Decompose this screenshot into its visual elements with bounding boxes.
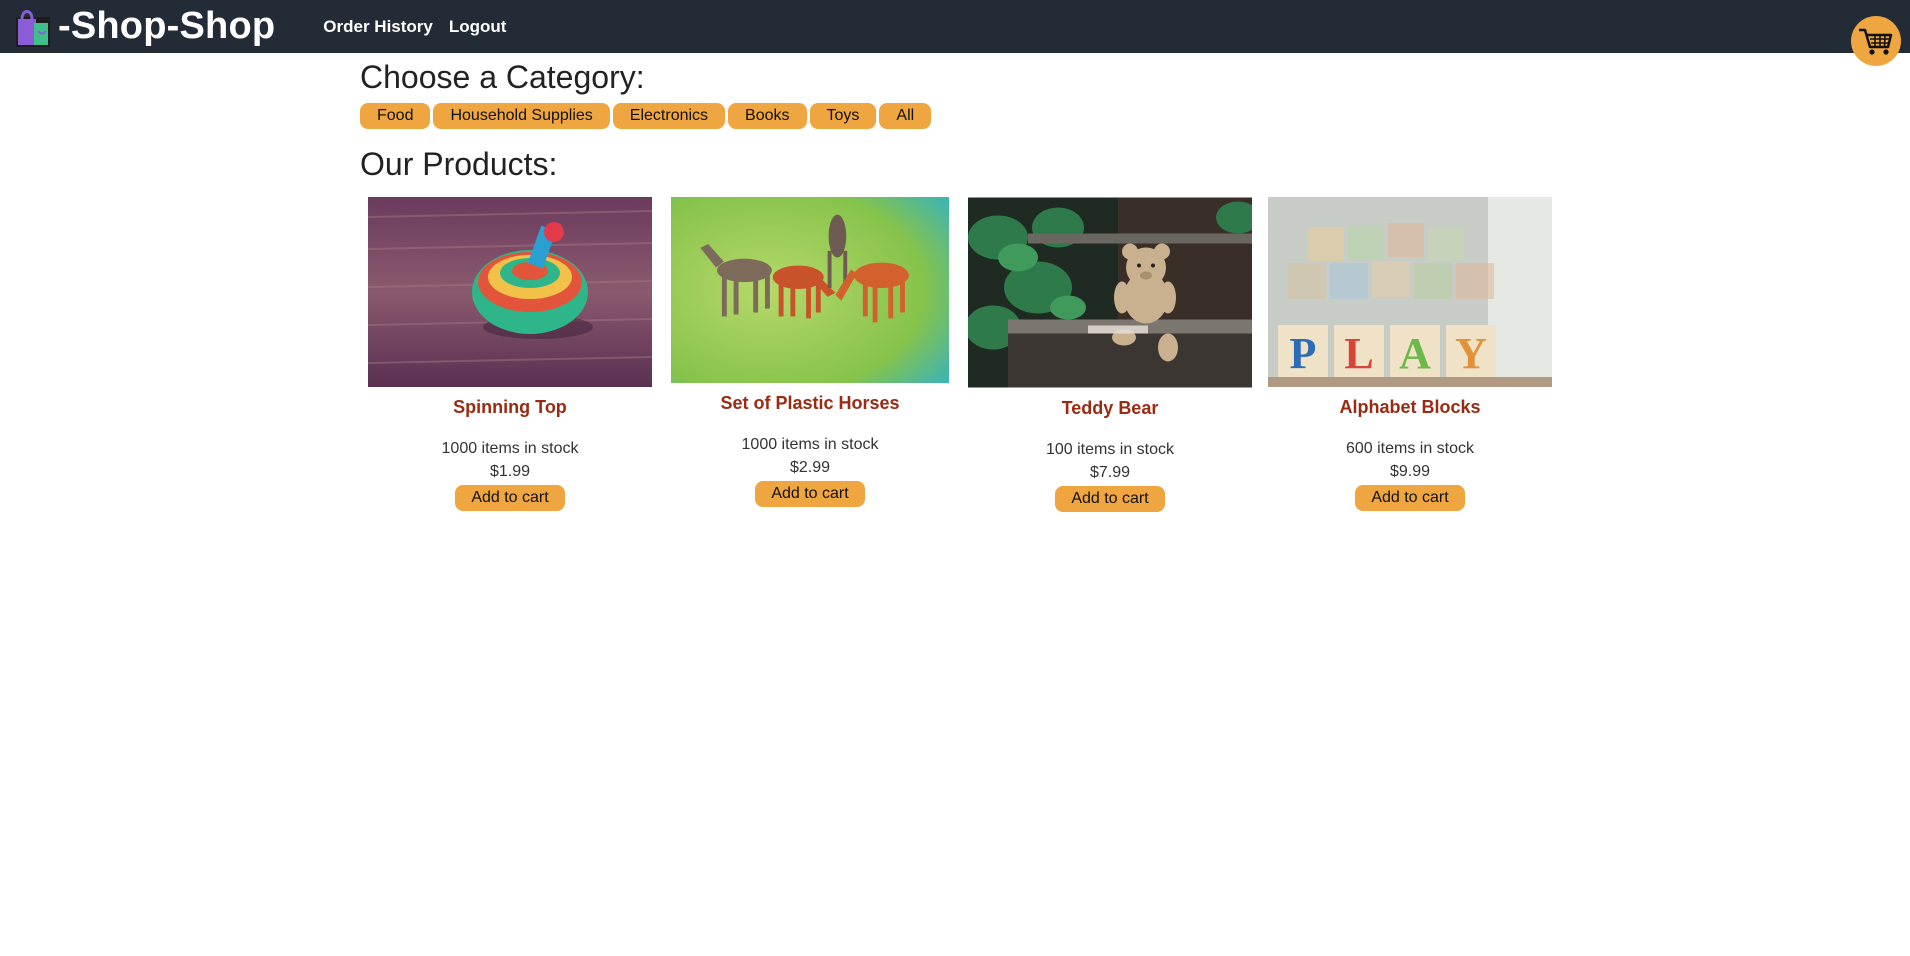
alphabet-blocks-image[interactable]: P L A Y — [1268, 197, 1552, 387]
category-books-button[interactable]: Books — [728, 103, 807, 129]
product-card: Teddy Bear 100 items in stock $7.99 Add … — [968, 197, 1252, 512]
nav-links: Order History Logout — [323, 17, 522, 37]
product-stock: 100 items in stock — [1045, 441, 1175, 458]
brand-name: -Shop-Shop — [58, 5, 276, 47]
add-to-cart-button[interactable]: Add to cart — [1355, 485, 1465, 511]
nav-logout-link[interactable]: Logout — [449, 17, 507, 37]
product-name-link[interactable]: Set of Plastic Horses — [668, 393, 952, 414]
nav-order-history-link[interactable]: Order History — [323, 17, 433, 37]
add-to-cart-button[interactable]: Add to cart — [1055, 486, 1165, 512]
add-to-cart-button[interactable]: Add to cart — [455, 485, 565, 511]
category-toys-button[interactable]: Toys — [809, 103, 877, 129]
brand-link[interactable]: -Shop-Shop — [12, 5, 275, 49]
navbar: -Shop-Shop Order History Logout — [0, 0, 1910, 53]
shopping-bag-icon — [16, 9, 50, 47]
block-letter-a: A — [1399, 329, 1431, 378]
cart-button[interactable] — [1851, 16, 1901, 66]
product-stock: 1000 items in stock — [741, 436, 879, 453]
add-to-cart-button[interactable]: Add to cart — [755, 481, 865, 507]
category-household-supplies-button[interactable]: Household Supplies — [433, 103, 610, 129]
category-all-button[interactable]: All — [879, 103, 932, 129]
product-card: Set of Plastic Horses 1000 items in stoc… — [668, 197, 952, 512]
category-list: Food Household Supplies Electronics Book… — [360, 103, 934, 129]
block-letter-y: Y — [1455, 329, 1487, 378]
spinning-top-image[interactable] — [368, 197, 652, 387]
category-food-button[interactable]: Food — [360, 103, 431, 129]
block-letter-l: L — [1344, 329, 1373, 378]
product-name-link[interactable]: Teddy Bear — [968, 398, 1252, 419]
product-price: $9.99 — [1389, 463, 1431, 480]
product-stock: 600 items in stock — [1345, 440, 1475, 457]
product-price: $1.99 — [489, 463, 531, 480]
product-card: P L A Y Alphabet Blocks 600 items in sto… — [1268, 197, 1552, 512]
category-heading: Choose a Category: — [360, 59, 645, 95]
plastic-horses-image[interactable] — [668, 197, 952, 383]
products-heading: Our Products: — [360, 146, 558, 182]
product-price: $7.99 — [1089, 464, 1131, 481]
teddy-bear-image[interactable] — [968, 197, 1252, 388]
category-electronics-button[interactable]: Electronics — [612, 103, 726, 129]
product-list: Spinning Top 1000 items in stock $1.99 A… — [368, 197, 1568, 512]
product-price: $2.99 — [789, 459, 831, 476]
shopping-cart-icon — [1859, 28, 1893, 55]
product-name-link[interactable]: Alphabet Blocks — [1268, 397, 1552, 418]
block-letter-p: P — [1290, 329, 1317, 378]
product-card: Spinning Top 1000 items in stock $1.99 A… — [368, 197, 652, 512]
product-name-link[interactable]: Spinning Top — [368, 397, 652, 418]
product-stock: 1000 items in stock — [441, 440, 579, 457]
